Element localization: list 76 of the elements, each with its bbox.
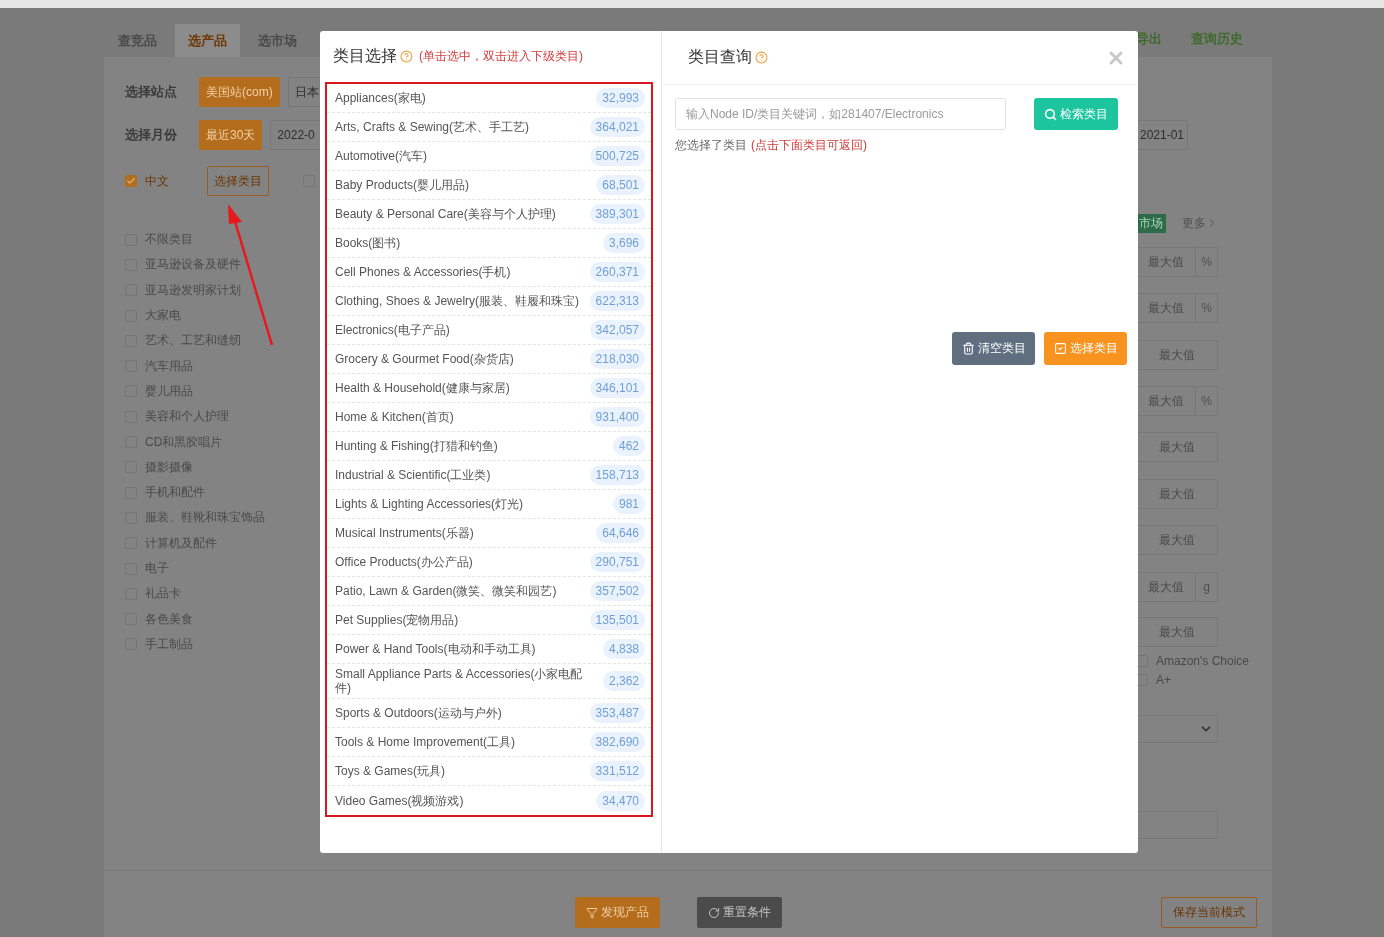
dialog-title: 类目查询 bbox=[688, 47, 752, 67]
checkbox-label: 中文 bbox=[145, 172, 169, 190]
help-icon bbox=[755, 51, 768, 64]
count-badge: 500,725 bbox=[589, 146, 645, 166]
count-badge: 34,470 bbox=[596, 790, 645, 811]
count-badge: 462 bbox=[612, 436, 645, 456]
hint-text: (点击下面类目可返回) bbox=[751, 137, 867, 154]
category-item[interactable]: Office Products(办公产品) 290,751 bbox=[327, 548, 651, 577]
category-item[interactable]: Automotive(汽车) 500,725 bbox=[327, 142, 651, 171]
category-item[interactable]: Industrial & Scientific(工业类) 158,713 bbox=[327, 461, 651, 490]
count-badge: 331,512 bbox=[589, 761, 645, 781]
count-badge: 68,501 bbox=[596, 175, 645, 195]
refresh-icon bbox=[708, 906, 720, 919]
count-badge: 981 bbox=[612, 494, 645, 514]
count-badge: 290,751 bbox=[589, 552, 645, 572]
count-badge: 4,838 bbox=[602, 639, 645, 659]
category-item[interactable]: Clothing, Shoes & Jewelry(服装、鞋履和珠宝) 622,313 bbox=[327, 287, 651, 316]
checkbox[interactable] bbox=[125, 175, 137, 187]
category-item[interactable]: Toys & Games(玩具) 331,512 bbox=[327, 757, 651, 786]
category-item[interactable]: Books(图书) 3,696 bbox=[327, 229, 651, 258]
unit-label: % bbox=[1196, 293, 1218, 323]
category-item[interactable]: Beauty & Personal Care(美容与个人护理) 389,301 bbox=[327, 200, 651, 229]
count-badge: 389,301 bbox=[589, 204, 645, 224]
count-badge: 158,713 bbox=[589, 465, 645, 485]
category-item[interactable]: Lights & Lighting Accessories(灯光) 981 bbox=[327, 490, 651, 519]
filter-label: 选择月份 bbox=[125, 126, 178, 144]
category-item[interactable]: Video Games(视频游戏) 34,470 bbox=[327, 786, 651, 815]
unit-label: % bbox=[1196, 386, 1218, 416]
count-badge: 2,362 bbox=[602, 671, 645, 691]
category-item[interactable]: Hunting & Fishing(打猎和钓鱼) 462 bbox=[327, 432, 651, 461]
hint-text: (单击选中，双击进入下级类目) bbox=[419, 48, 583, 65]
count-badge: 382,690 bbox=[589, 732, 645, 752]
category-item[interactable]: Arts, Crafts & Sewing(艺术、手工艺) 364,021 bbox=[327, 113, 651, 142]
category-item[interactable]: Health & Household(健康与家居) 346,101 bbox=[327, 374, 651, 403]
dialog-title: 类目选择 bbox=[333, 46, 397, 66]
action-button[interactable]: 重置条件 bbox=[697, 897, 782, 928]
category-item[interactable]: Power & Hand Tools(电动和手动工具) 4,838 bbox=[327, 635, 651, 664]
search-field[interactable]: 输入Node ID/类目关键词，如281407/Electronics bbox=[675, 98, 1006, 130]
clear-button[interactable]: 清空类目 bbox=[952, 332, 1035, 365]
count-badge: 64,646 bbox=[596, 523, 645, 543]
category-item[interactable]: Home & Kitchen(首页) 931,400 bbox=[327, 403, 651, 432]
count-badge: 32,993 bbox=[596, 88, 645, 108]
category-item[interactable]: Electronics(电子产品) 342,057 bbox=[327, 316, 651, 345]
count-badge: 218,030 bbox=[589, 349, 645, 369]
checkbox-icon bbox=[1053, 342, 1067, 355]
category-item[interactable]: Patio, Lawn & Garden(微笑、微笑和园艺) 357,502 bbox=[327, 577, 651, 606]
count-badge: 342,057 bbox=[589, 320, 645, 340]
search-icon bbox=[1044, 107, 1057, 121]
option-button[interactable]: 2022-0 bbox=[270, 120, 322, 150]
category-item[interactable]: Musical Instruments(乐器) 64,646 bbox=[327, 519, 651, 548]
category-item[interactable]: Appliances(家电) 32,993 bbox=[327, 84, 651, 113]
category-item[interactable]: Pet Supplies(宠物用品) 135,501 bbox=[327, 606, 651, 635]
count-badge: 260,371 bbox=[589, 262, 645, 282]
category-item[interactable]: Cell Phones & Accessories(手机) 260,371 bbox=[327, 258, 651, 287]
count-badge: 346,101 bbox=[589, 378, 645, 398]
count-badge: 622,313 bbox=[589, 291, 645, 311]
category-item[interactable]: Small Appliance Parts & Accessories(小家电配件) 2,362 bbox=[327, 664, 651, 699]
category-item[interactable]: Tools & Home Improvement(工具) 382,690 bbox=[327, 728, 651, 757]
count-badge: 931,400 bbox=[589, 407, 645, 427]
trash-icon bbox=[961, 342, 975, 355]
filter-label: 选择站点 bbox=[125, 83, 178, 101]
checkbox-label: A+ bbox=[1156, 672, 1171, 687]
count-badge: 353,487 bbox=[589, 703, 645, 723]
help-icon bbox=[400, 50, 413, 63]
category-item[interactable]: Grocery & Gourmet Food(杂货店) 218,030 bbox=[327, 345, 651, 374]
market-tag: 市场 bbox=[1136, 213, 1166, 233]
checkbox-label: Amazon's Choice bbox=[1156, 653, 1249, 668]
selected-category-label: 您选择了类目 bbox=[675, 137, 747, 154]
count-badge: 135,501 bbox=[589, 610, 645, 630]
count-badge: 357,502 bbox=[589, 581, 645, 601]
count-badge: 364,021 bbox=[589, 117, 645, 137]
count-badge: 3,696 bbox=[602, 233, 645, 253]
unit-label: % bbox=[1196, 247, 1218, 277]
category-item[interactable]: Sports & Outdoors(运动与户外) 353,487 bbox=[327, 699, 651, 728]
filter-icon bbox=[586, 906, 598, 919]
category-item[interactable]: Baby Products(婴儿用品) 68,501 bbox=[327, 171, 651, 200]
